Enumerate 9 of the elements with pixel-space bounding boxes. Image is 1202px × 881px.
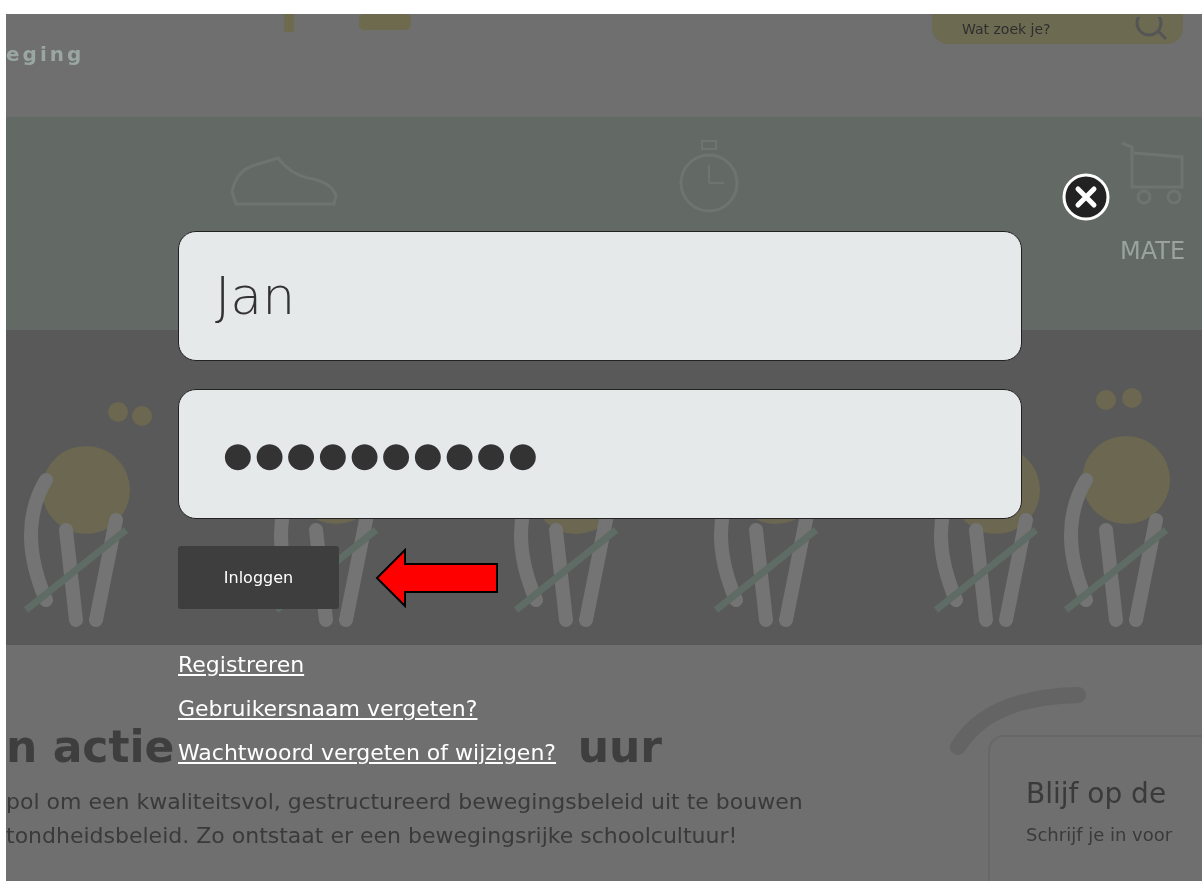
password-field[interactable]: ●●●●●●●●●●	[178, 389, 1022, 519]
text-link[interactable]: Gebruikersnaam vergeten?	[178, 691, 478, 727]
search-icon[interactable]	[1135, 17, 1169, 41]
username-field[interactable]: Jan	[178, 231, 1022, 361]
arrow-icon	[375, 547, 499, 608]
text-link[interactable]: Registreren	[178, 647, 305, 683]
close-icon[interactable]	[1062, 173, 1110, 221]
login-button[interactable]: Inloggen	[178, 546, 339, 609]
text-link[interactable]: Wachtwoord vergeten of wijzigen?	[178, 735, 557, 771]
